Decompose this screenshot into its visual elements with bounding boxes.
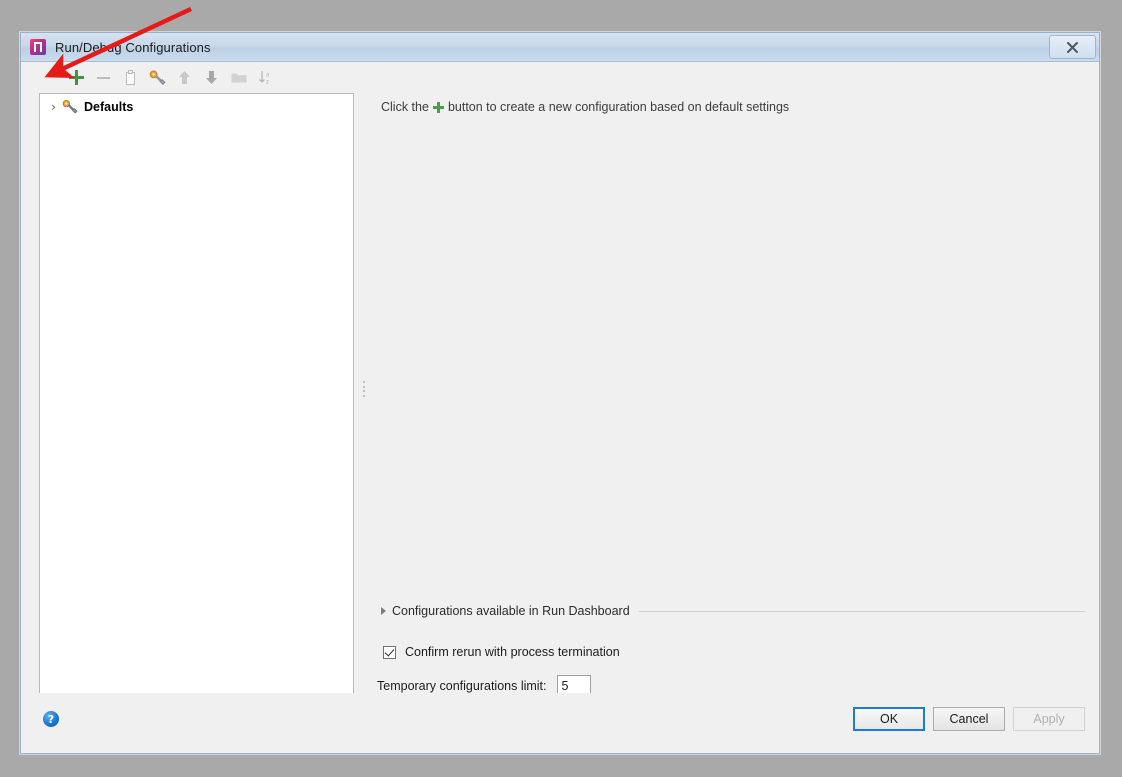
sort-button[interactable]: a z — [252, 65, 279, 90]
close-glyph — [1067, 41, 1078, 53]
confirm-rerun-checkbox[interactable] — [383, 645, 396, 659]
move-up-button[interactable] — [171, 65, 198, 90]
edit-templates-button[interactable] — [144, 65, 171, 90]
plus-icon — [69, 70, 84, 85]
remove-configuration-button[interactable] — [90, 65, 117, 90]
sort-alphabetical-icon: a z — [258, 71, 270, 85]
minus-icon — [97, 77, 110, 79]
copy-icon — [126, 69, 135, 85]
dialog-body: › Defaults Click the button to create a … — [21, 93, 1099, 708]
tree-item-label: Defaults — [84, 100, 134, 114]
empty-state-hint: Click the button to create a new configu… — [361, 93, 1099, 114]
svg-text:z: z — [266, 79, 269, 85]
confirm-rerun-checkbox-row[interactable]: Confirm rerun with process termination — [383, 645, 620, 659]
help-icon[interactable]: ? — [43, 711, 59, 727]
wrench-gear-icon — [62, 99, 78, 115]
wrench-gear-icon — [149, 70, 166, 85]
configurations-toolbar: a z — [21, 62, 1099, 93]
dialog-button-bar: OK Cancel Apply — [853, 707, 1085, 731]
wrench-gear-glyph — [62, 99, 78, 114]
svg-text:a: a — [266, 73, 270, 79]
configuration-details-pane: Click the button to create a new configu… — [361, 93, 1099, 708]
run-debug-configurations-dialog: Run/Debug Configurations a z › Defaults … — [20, 32, 1100, 754]
arrow-down-icon — [206, 71, 217, 84]
chevron-right-icon[interactable]: › — [47, 101, 60, 113]
hint-text-before: Click the — [381, 100, 429, 114]
ok-button[interactable]: OK — [853, 707, 925, 731]
hint-text-after: button to create a new configuration bas… — [447, 100, 790, 114]
configurations-tree-panel[interactable]: › Defaults — [39, 93, 354, 708]
temporary-limit-label: Temporary configurations limit: — [377, 678, 547, 693]
add-configuration-button[interactable] — [63, 65, 90, 90]
new-folder-button[interactable] — [225, 65, 252, 90]
confirm-rerun-label: Confirm rerun with process termination — [405, 645, 620, 659]
run-dashboard-section-header[interactable]: Configurations available in Run Dashboar… — [381, 604, 1085, 618]
cancel-button[interactable]: Cancel — [933, 707, 1005, 731]
move-down-button[interactable] — [198, 65, 225, 90]
apply-button: Apply — [1013, 707, 1085, 731]
collapsed-triangle-icon[interactable] — [381, 607, 386, 615]
section-divider — [638, 610, 1085, 612]
tree-item-defaults[interactable]: › Defaults — [40, 96, 353, 118]
window-title: Run/Debug Configurations — [55, 39, 211, 55]
arrow-up-icon — [179, 71, 190, 84]
close-icon[interactable] — [1049, 35, 1096, 59]
dialog-footer: ? OK Cancel Apply — [21, 693, 1099, 753]
intellij-idea-icon — [30, 39, 46, 55]
folder-icon — [231, 73, 246, 83]
run-dashboard-section-label: Configurations available in Run Dashboar… — [392, 604, 630, 618]
title-bar: Run/Debug Configurations — [21, 33, 1099, 62]
plus-icon — [432, 101, 444, 113]
copy-configuration-button[interactable] — [117, 65, 144, 90]
